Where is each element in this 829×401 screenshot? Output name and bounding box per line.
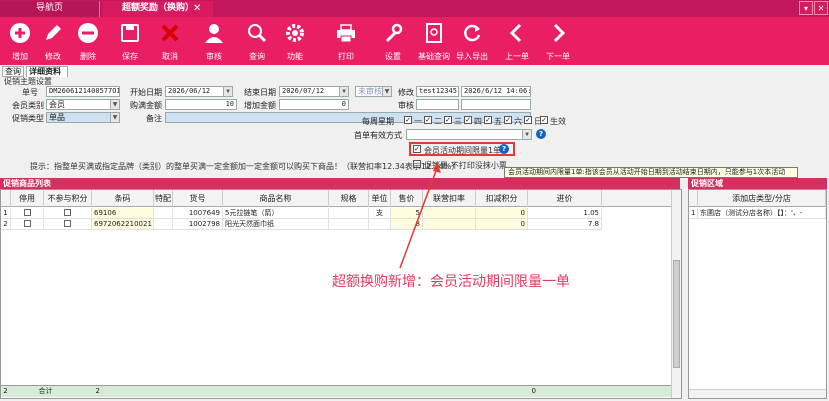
annotation-arrow	[399, 162, 441, 269]
annotation-text: 超额换购新增：会员活动期间限量一单	[332, 274, 570, 290]
